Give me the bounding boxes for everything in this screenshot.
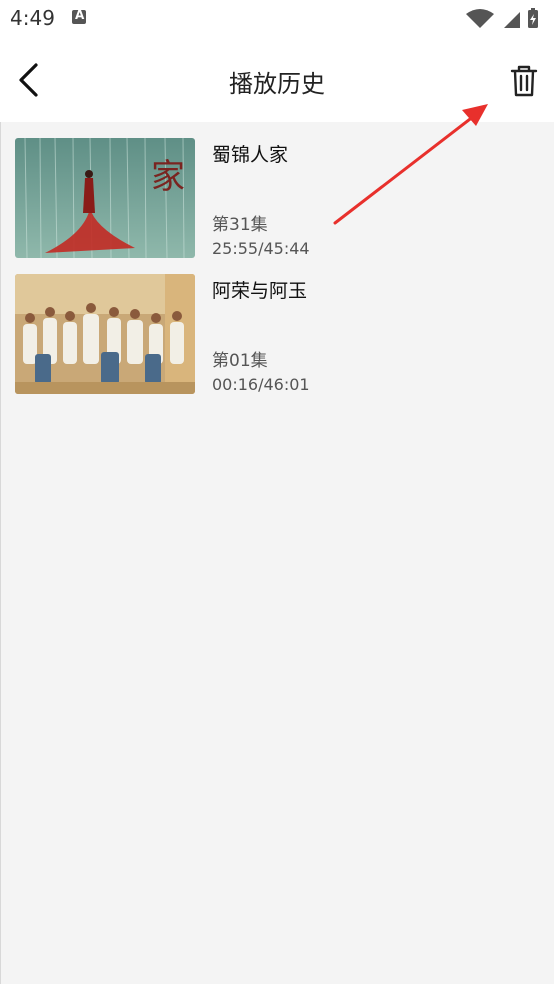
status-time: 4:49: [10, 6, 55, 30]
history-item-episode: 第01集: [212, 351, 268, 371]
page-title: 播放历史: [229, 70, 325, 98]
battery-cap-icon: [531, 8, 535, 11]
poster-image: 家: [15, 138, 195, 258]
history-item-title: 蜀锦人家: [212, 144, 289, 166]
history-item-progress: 00:16/46:01: [212, 375, 310, 394]
history-item-episode: 第31集: [212, 215, 268, 235]
history-item-progress: 25:55/45:44: [212, 239, 310, 258]
history-item-title: 阿荣与阿玉: [212, 280, 308, 302]
poster-image: [15, 274, 195, 394]
wifi-icon: [466, 9, 494, 28]
trash-icon: [510, 65, 538, 97]
signal-icon: [504, 12, 520, 28]
header-bar: 播放历史: [0, 40, 554, 122]
poster-thumbnail: [15, 274, 195, 394]
delete-button[interactable]: [504, 61, 544, 101]
a-icon: A: [72, 8, 86, 24]
status-icons: [466, 8, 538, 28]
history-item[interactable]: 阿荣与阿玉 第01集 00:16/46:01: [0, 258, 554, 394]
poster-thumbnail: 家: [15, 138, 195, 258]
history-item[interactable]: 家 蜀锦人家 第31集 25:55/45:44: [0, 122, 554, 258]
poster-title-glyph: 家: [151, 157, 185, 197]
a-icon-letter: A: [75, 8, 85, 22]
status-bar: 4:49 A: [0, 0, 554, 40]
